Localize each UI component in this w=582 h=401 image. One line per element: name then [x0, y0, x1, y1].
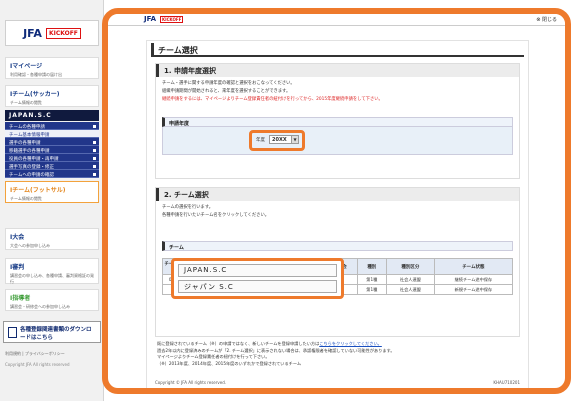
- team-name-link[interactable]: JAPAN.S.C: [178, 264, 337, 277]
- sidebar-menu-item[interactable]: 移籍選手の各種申請: [5, 146, 99, 154]
- sidebar-team-futsal[interactable]: Iチーム(フットサル) チーム情報の閲覧: [5, 181, 99, 203]
- sidebar-menu-item[interactable]: チーム基本情報申請: [5, 130, 99, 138]
- download-link[interactable]: 各種登録関連書類のダウンロードはこちら: [3, 321, 101, 343]
- new-team-link[interactable]: こちらをクリックしてください。: [319, 341, 382, 346]
- sidebar-team-soccer[interactable]: Iチーム(サッカー) チーム情報の閲覧: [5, 85, 99, 107]
- sidebar-shidosha[interactable]: I指導者 講習会・研修会への参加申し込み: [5, 289, 99, 311]
- team-names-highlight: JAPAN.S.C ジャパン S.C: [171, 258, 344, 299]
- sidebar-menu-item[interactable]: 役員の各種申請・再申請: [5, 154, 99, 162]
- sidebar-footer-links[interactable]: 利用規約 | プライバシーポリシー: [5, 351, 65, 357]
- main-content: チーム選択 1. 申請年度選択 チーム・選手に関する申請年度の確認と選択をおこな…: [146, 40, 529, 388]
- sidebar-menu-item[interactable]: チームの各種申請: [5, 122, 99, 130]
- col-category: 種別: [356, 258, 388, 275]
- team-section-title: 2. チーム選択: [156, 188, 519, 201]
- highlight-frame: JFA KICKOFF ⊗ 閉じる チーム選択 1. 申請年度選択 チーム・選手に…: [102, 8, 571, 394]
- top-bar: JFA KICKOFF ⊗ 閉じる: [108, 14, 565, 26]
- year-box: 年度 20XX ▼: [162, 127, 513, 155]
- sidebar-mypage[interactable]: Iマイページ 利用確認・各種申請の届け出: [5, 57, 99, 79]
- team-section-message: チームの選択を行います。 各種申請を行いたいチーム名をクリックしてください。: [162, 205, 270, 218]
- sidebar-menu-item[interactable]: チームへの申請の確認: [5, 170, 99, 178]
- year-section-message: チーム・選手に関する申請年度の確認と選択をおこなってください。 組織申請期間が開…: [162, 81, 383, 102]
- team-name-link[interactable]: ジャパン S.C: [178, 280, 337, 293]
- year-highlight: [249, 130, 305, 151]
- sidebar: JFA KICKOFF Iマイページ 利用確認・各種申請の届け出 Iチーム(サッカー…: [0, 0, 104, 401]
- copyright: Copyright © JFA All rights reserved.: [155, 380, 227, 385]
- close-button[interactable]: ⊗ 閉じる: [536, 16, 557, 23]
- sidebar-shikaku[interactable]: I審判 講習会の申し込み、各種申請、審判資格証の発行: [5, 258, 99, 284]
- col-status: チーム状態: [433, 258, 514, 275]
- sidebar-menu-item[interactable]: 選手の各種申請: [5, 138, 99, 146]
- sidebar-taikai[interactable]: I大会 大会への参加申し込み: [5, 228, 99, 250]
- document-icon: [8, 327, 17, 338]
- year-section-title: 1. 申請年度選択: [156, 64, 519, 77]
- sidebar-menu-item[interactable]: 選手写真の登録・修正: [5, 162, 99, 170]
- col-sub-category: 種別区分: [386, 258, 435, 275]
- year-subheading: 申請年度: [162, 117, 513, 127]
- year-section: 1. 申請年度選択 チーム・選手に関する申請年度の確認と選択をおこなってください…: [155, 63, 520, 179]
- notes: 既に登録されているチーム（※）の申請ではなく、新しいチームを登録申請したい方はこ…: [157, 341, 395, 366]
- sidebar-copyright: Copyright JFA All rights reserved: [5, 362, 70, 367]
- jfa-logo[interactable]: JFA KICKOFF: [5, 20, 99, 46]
- page-title: チーム選択: [151, 43, 524, 57]
- team-subheading: チーム: [162, 241, 513, 251]
- sidebar-team-bar: JAPAN.S.C: [5, 110, 99, 121]
- screen-code: KHAU710201: [493, 380, 520, 385]
